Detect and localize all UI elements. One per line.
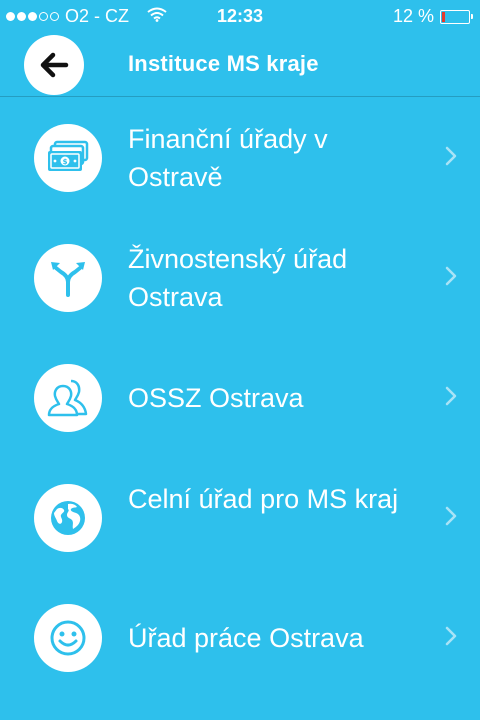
list-item-label: Úřad práce Ostrava bbox=[128, 623, 364, 653]
chevron-right-icon bbox=[445, 266, 457, 286]
people-icon bbox=[34, 364, 102, 432]
list-item-urad-prace[interactable]: Úřad práce Ostrava bbox=[0, 577, 480, 697]
battery-percent: 12 % bbox=[392, 6, 434, 26]
page-title: Instituce MS kraje bbox=[128, 51, 319, 76]
chevron-right-icon bbox=[445, 146, 457, 166]
split-arrows-icon bbox=[34, 244, 102, 312]
back-button[interactable] bbox=[24, 35, 84, 95]
list-item-celni-urad[interactable]: Celní úřad pro MS kraj bbox=[0, 457, 480, 577]
globe-icon bbox=[34, 484, 102, 552]
navigation-bar: Instituce MS kraje bbox=[0, 32, 480, 97]
list-item-zivnostensky-urad[interactable]: Živnostenský úřad Ostrava bbox=[0, 217, 480, 337]
chevron-right-icon bbox=[445, 626, 457, 646]
banknotes-icon: $ bbox=[34, 124, 102, 192]
list-item-ossz[interactable]: OSSZ Ostrava bbox=[0, 337, 480, 457]
list-item-label: Celní úřad pro MS kraj bbox=[128, 484, 399, 514]
chevron-right-icon bbox=[445, 506, 457, 526]
institution-list: $ Finanční úřady v Ostravě Živnostenský … bbox=[0, 97, 480, 697]
status-bar: O2 - CZ 12:33 12 % bbox=[0, 0, 480, 32]
chevron-right-icon bbox=[445, 386, 457, 406]
svg-text:$: $ bbox=[63, 158, 68, 166]
battery-icon bbox=[440, 9, 473, 24]
status-right: 12 % bbox=[392, 6, 473, 27]
list-item-financni-urady[interactable]: $ Finanční úřady v Ostravě bbox=[0, 97, 480, 217]
arrow-left-icon bbox=[40, 52, 69, 78]
list-item-label: OSSZ Ostrava bbox=[128, 383, 304, 413]
smiley-icon bbox=[34, 604, 102, 672]
battery-level-fill bbox=[442, 11, 445, 22]
list-item-label: Finanční úřady v Ostravě bbox=[128, 124, 328, 192]
list-item-label: Živnostenský úřad Ostrava bbox=[128, 244, 348, 312]
